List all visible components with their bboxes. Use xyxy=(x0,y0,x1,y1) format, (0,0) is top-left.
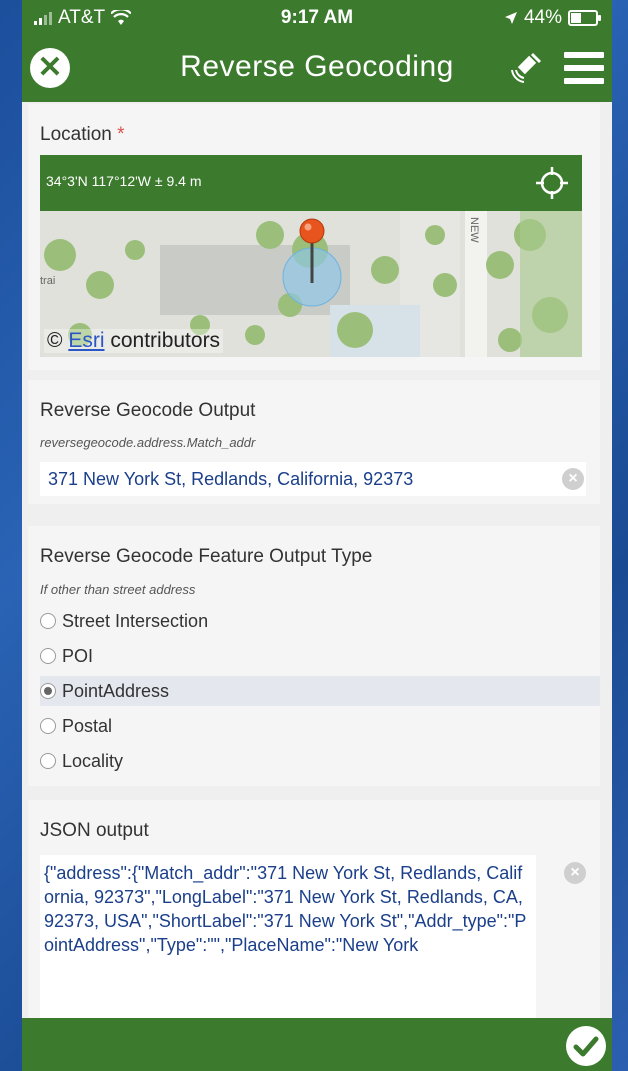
status-bar: AT&T 9:17 AM 44% xyxy=(22,0,612,34)
menu-icon[interactable] xyxy=(564,52,604,84)
radio-street-intersection[interactable]: Street Intersection xyxy=(40,606,600,636)
radio-locality[interactable]: Locality xyxy=(40,746,600,776)
title-bar: ✕ Reverse Geocoding xyxy=(22,34,612,102)
feature-output-type-label: Reverse Geocode Feature Output Type xyxy=(40,546,373,567)
json-output-field[interactable]: {"address":{"Match_addr":"371 New York S… xyxy=(40,855,536,1025)
gps-locate-icon[interactable] xyxy=(534,165,570,201)
location-map[interactable]: 34°3'N 117°12'W ± 9.4 m NEW trai © Esri … xyxy=(40,155,582,357)
map-street-label: NEW xyxy=(468,217,480,243)
clear-json-icon[interactable]: × xyxy=(564,862,586,884)
location-label: Location * xyxy=(40,124,125,146)
radio-button[interactable] xyxy=(40,718,56,734)
radio-button[interactable] xyxy=(40,648,56,664)
esri-link[interactable]: Esri xyxy=(68,329,104,352)
battery-icon xyxy=(568,10,601,26)
required-mark: * xyxy=(117,124,125,145)
feature-output-type-hint: If other than street address xyxy=(40,582,196,597)
reverse-geocode-output-card: Reverse Geocode Output reversegeocode.ad… xyxy=(28,380,600,504)
radio-poi[interactable]: POI xyxy=(40,641,600,671)
radio-button-selected[interactable] xyxy=(40,683,56,699)
submit-button[interactable] xyxy=(566,1026,606,1066)
clear-output-icon[interactable]: × xyxy=(562,468,584,490)
reverse-geocode-output-hint: reversegeocode.address.Match_addr xyxy=(40,435,256,450)
reverse-geocode-output-field[interactable]: 371 New York St, Redlands, California, 9… xyxy=(40,462,586,496)
location-card: Location * 34°3'N 117°12'W ± 9.4 m NEW t… xyxy=(28,104,600,370)
radio-label: POI xyxy=(62,645,94,666)
json-output-label: JSON output xyxy=(40,820,149,841)
checkmark-icon xyxy=(573,1036,599,1057)
attribution-suffix: contributors xyxy=(110,329,221,352)
radio-label: Street Intersection xyxy=(62,610,209,631)
radio-pointaddress[interactable]: PointAddress xyxy=(40,676,600,706)
map-attribution: © Esri contributors xyxy=(44,329,224,353)
reverse-geocode-output-label: Reverse Geocode Output xyxy=(40,400,256,421)
json-output-card: JSON output {"address":{"Match_addr":"37… xyxy=(28,800,600,1040)
location-arrow-icon xyxy=(504,12,517,24)
map-area-label: trai xyxy=(40,275,56,287)
status-right: 44% xyxy=(504,7,601,29)
bottom-bar xyxy=(22,1018,612,1071)
radio-label: Postal xyxy=(62,715,113,736)
radio-button[interactable] xyxy=(40,753,56,769)
location-label-text: Location xyxy=(40,124,112,145)
radio-postal[interactable]: Postal xyxy=(40,711,600,741)
radio-label: PointAddress xyxy=(62,680,170,701)
phone-screen: AT&T 9:17 AM 44% ✕ Reverse Geocoding Loc… xyxy=(22,0,612,1071)
map-pin-icon xyxy=(299,218,325,283)
radio-button[interactable] xyxy=(40,613,56,629)
coordinate-bar: 34°3'N 117°12'W ± 9.4 m xyxy=(40,155,582,211)
battery-percent: 44% xyxy=(523,7,562,28)
attribution-prefix: © xyxy=(47,329,63,352)
feature-output-type-card: Reverse Geocode Feature Output Type If o… xyxy=(28,526,600,786)
satellite-icon[interactable] xyxy=(508,50,544,86)
coordinate-readout: 34°3'N 117°12'W ± 9.4 m xyxy=(46,173,202,189)
radio-label: Locality xyxy=(62,750,124,771)
